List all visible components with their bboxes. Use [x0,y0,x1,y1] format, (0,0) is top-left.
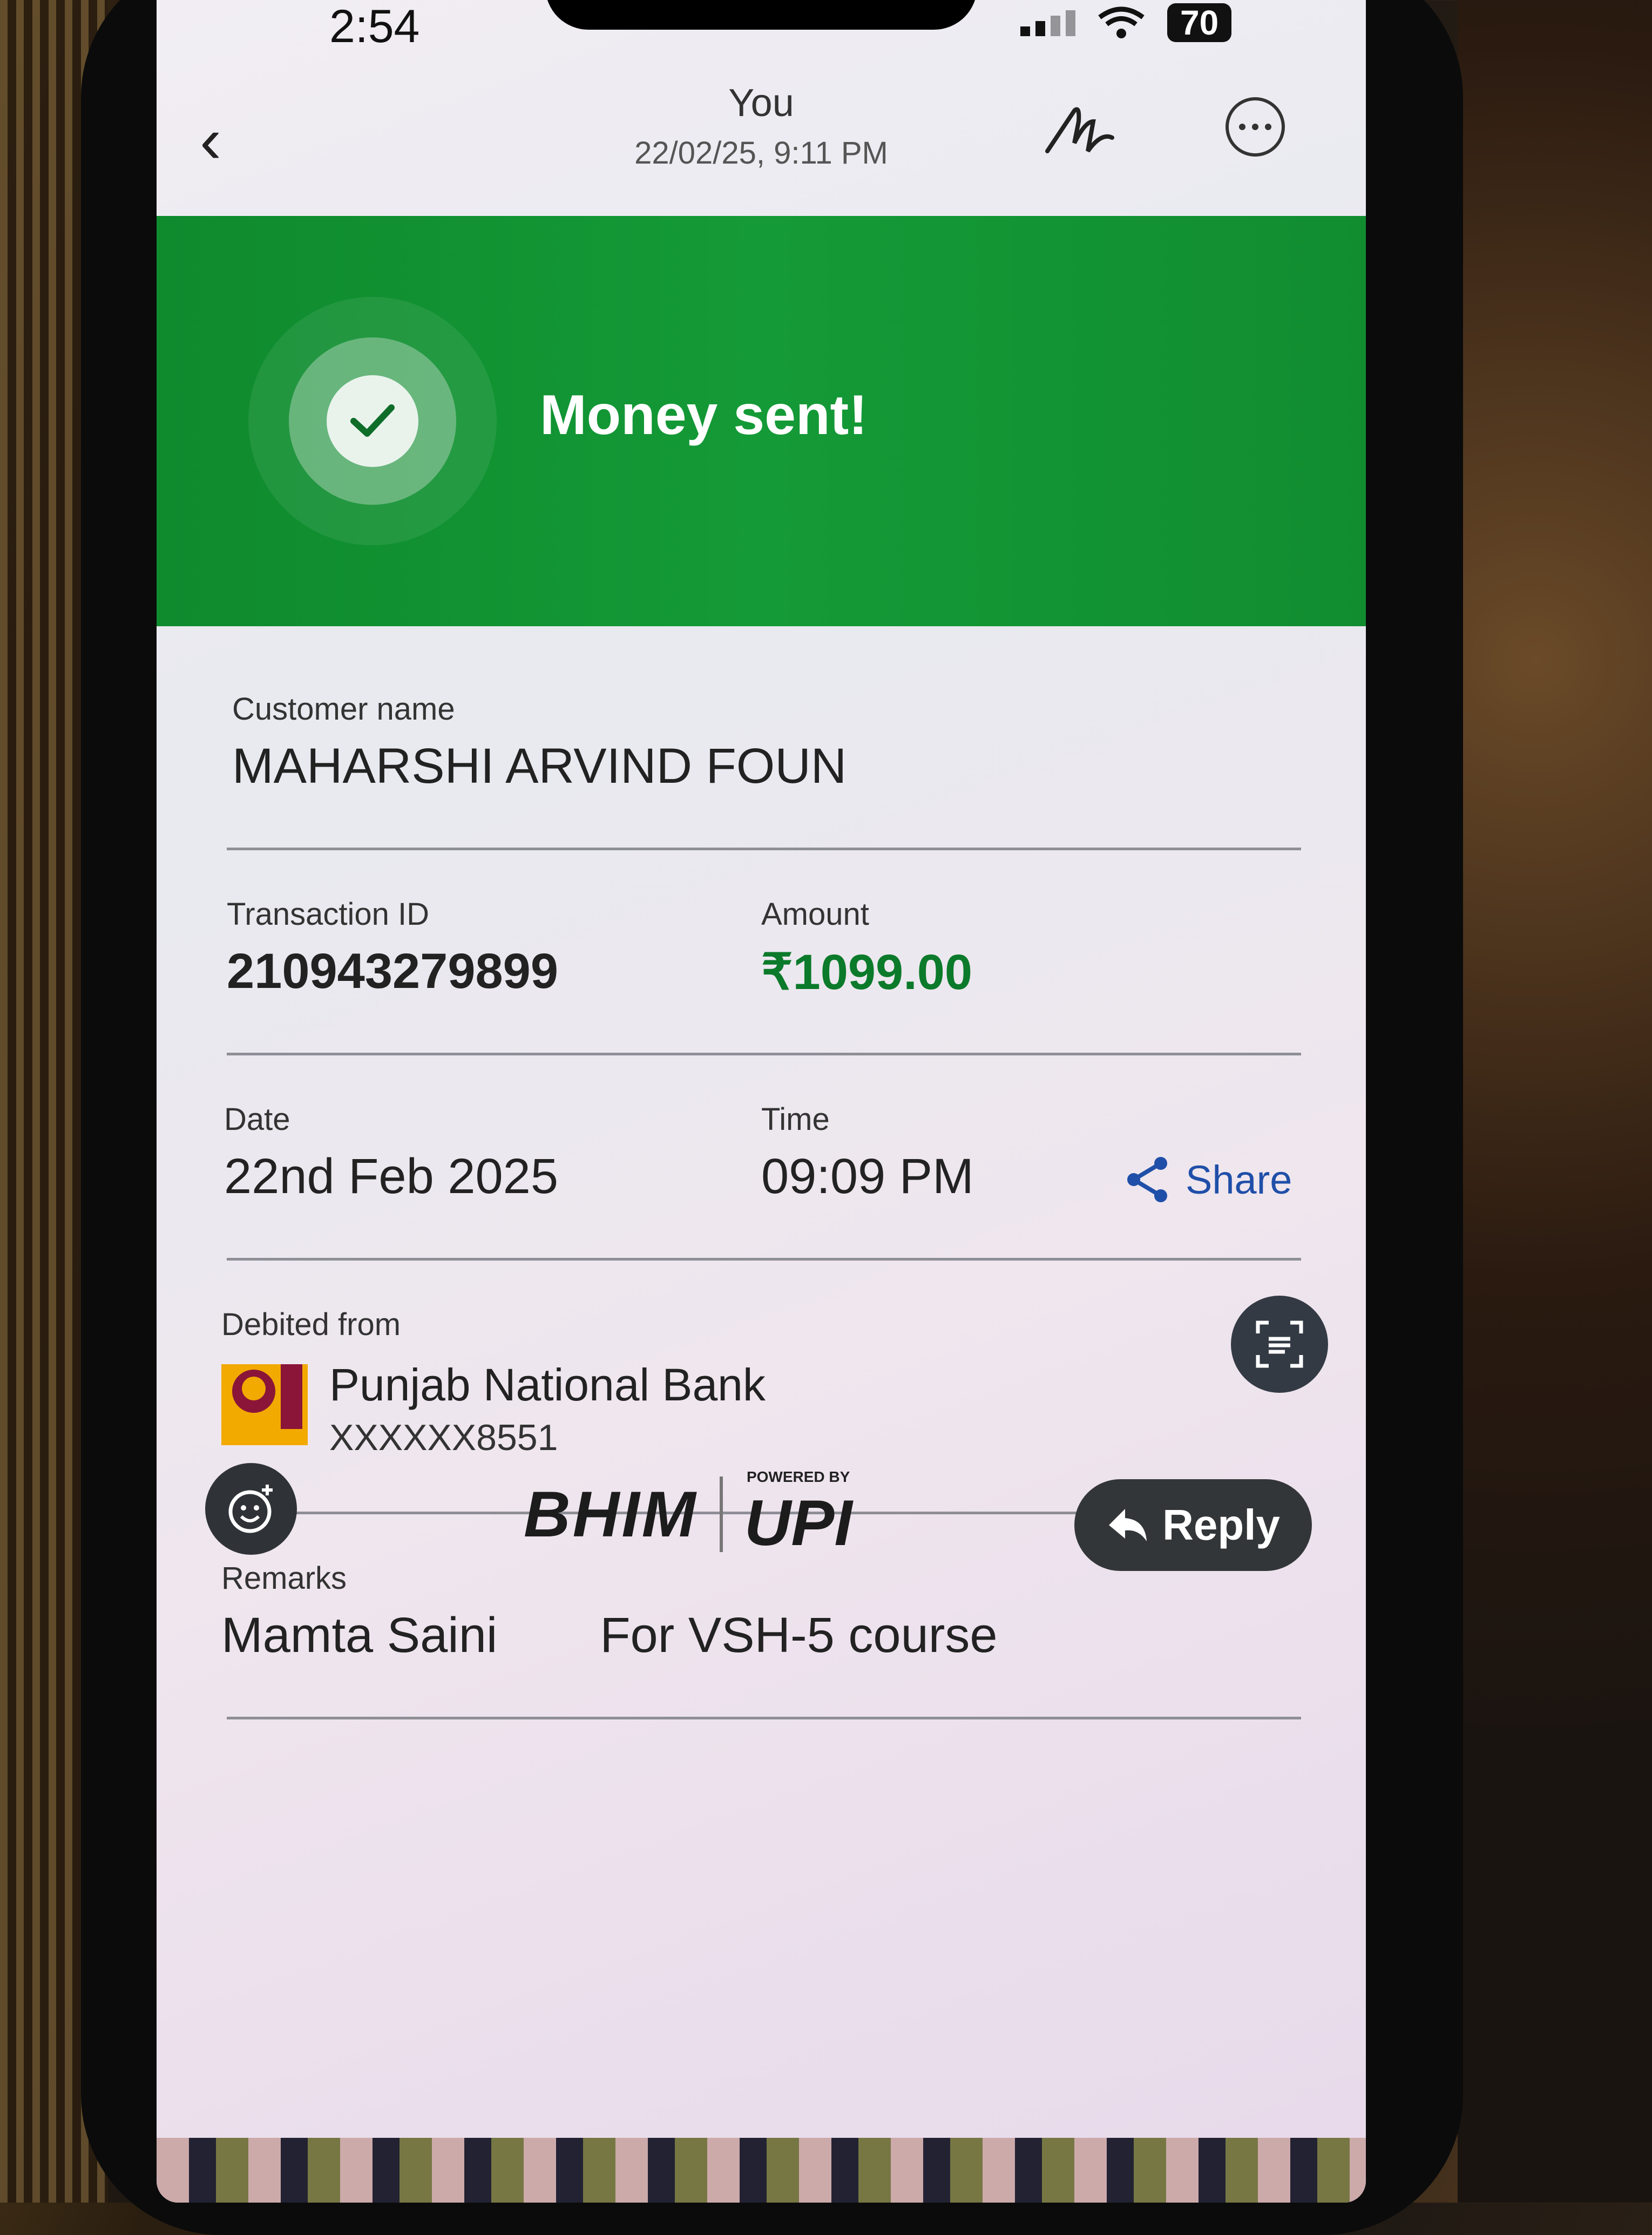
bank-row: Punjab National Bank XXXXXX8551 [221,1359,766,1459]
customer-label: Customer name [232,692,455,727]
time-value: 09:09 PM [761,1149,974,1204]
bank-account: XXXXXX8551 [329,1417,558,1458]
markup-icon[interactable] [1042,100,1118,159]
amount-value: ₹1099.00 [761,945,973,1000]
logo-separator [719,1477,723,1552]
divider [227,848,1301,850]
amount-label: Amount [761,897,869,932]
banner-title: Money sent! [540,384,868,446]
nav-subtitle: 22/02/25, 9:11 PM [634,136,888,171]
more-options-icon[interactable] [1226,97,1285,157]
reply-label: Reply [1162,1501,1280,1549]
upi-logo: POWERED BY UPI [744,1468,852,1560]
time-label: Time [761,1102,830,1137]
divider [227,1717,1301,1719]
live-text-scan-icon[interactable] [1231,1296,1328,1393]
reply-arrow-icon [1109,1509,1147,1541]
share-button[interactable]: Share [1123,1155,1292,1204]
remarks-value-purpose: For VSH-5 course [600,1608,998,1663]
remarks-field: Remarks Mamta Saini For VSH-5 course [221,1560,998,1664]
pnb-logo-icon [221,1364,308,1445]
date-field: Date 22nd Feb 2025 [224,1101,558,1205]
success-check-icon [248,297,497,545]
time-field: Time 09:09 PM [761,1101,974,1205]
transaction-id-value: 210943279899 [227,944,558,999]
phone-screen: 2:54 70 ‹ You 22/02/25, 9:11 PM Money se… [157,0,1366,2203]
dynamic-island [545,0,977,30]
wifi-icon [1098,6,1145,38]
debited-from-field: Debited from Punjab National Bank XXXXXX… [221,1306,766,1459]
powered-by-label: POWERED BY [746,1468,850,1485]
amount-field: Amount ₹1099.00 [761,896,972,1001]
debited-from-label: Debited from [221,1307,401,1342]
share-icon [1127,1157,1167,1202]
success-banner: Money sent! [157,216,1366,626]
remarks-value-name: Mamta Saini [221,1608,498,1663]
status-icons: 70 [1020,3,1232,42]
date-value: 22nd Feb 2025 [224,1149,558,1204]
transaction-id-field: Transaction ID 210943279899 [227,896,558,1000]
signal-icon [1020,9,1075,36]
customer-field: Customer name MAHARSHI ARVIND FOUN [232,691,847,795]
nav-title: You [728,82,794,125]
battery-level: 70 [1167,3,1232,42]
thumbnail-strip [157,2138,1366,2203]
upi-label: UPI [744,1487,852,1559]
divider [227,1053,1301,1055]
bank-name: Punjab National Bank [329,1359,766,1410]
customer-value: MAHARSHI ARVIND FOUN [232,739,847,794]
add-sticker-icon[interactable] [205,1463,297,1555]
remarks-label: Remarks [221,1561,347,1596]
reply-button[interactable]: Reply [1074,1479,1312,1571]
bhim-logo: BHIM [524,1478,698,1550]
status-time: 2:54 [329,1,420,52]
transaction-id-label: Transaction ID [227,897,429,932]
share-label: Share [1186,1157,1292,1202]
background-marble [1458,0,1652,2203]
date-label: Date [224,1102,290,1137]
divider [227,1258,1301,1261]
navigation-bar: ‹ You 22/02/25, 9:11 PM [157,59,1366,211]
payment-logos: BHIM POWERED BY UPI [524,1468,852,1560]
